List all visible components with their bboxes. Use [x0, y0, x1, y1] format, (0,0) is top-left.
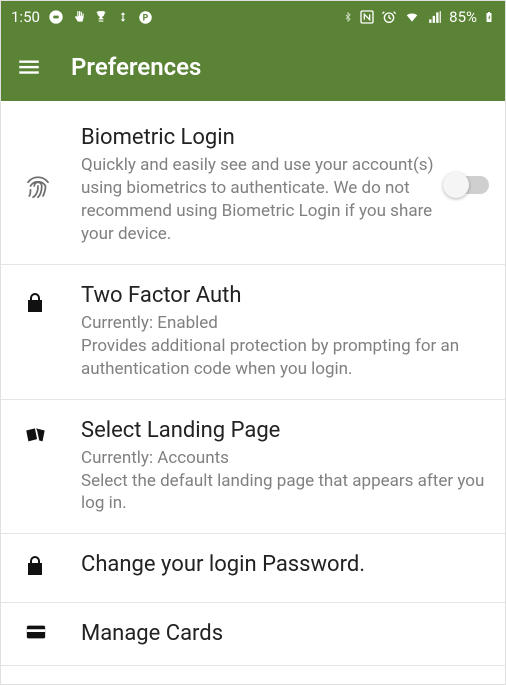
- pref-subtitle: Select the default landing page that app…: [81, 470, 489, 516]
- lock-icon: [23, 289, 47, 321]
- app-bar: Preferences: [1, 33, 505, 101]
- pref-landing-page[interactable]: Select Landing Page Currently: Accounts …: [1, 400, 505, 535]
- pref-title: Two Factor Auth: [81, 283, 489, 308]
- status-signal-icon: [427, 10, 443, 24]
- pref-title: Change your login Password.: [81, 552, 489, 577]
- pref-title: Select Landing Page: [81, 418, 489, 443]
- screen: 1:50 P: [0, 0, 506, 685]
- status-bar: 1:50 P: [1, 1, 505, 33]
- cards-icon: [23, 424, 49, 454]
- svg-text:P: P: [143, 13, 149, 23]
- pref-biometric-login[interactable]: Biometric Login Quickly and easily see a…: [1, 107, 505, 265]
- pref-title: Manage Cards: [81, 621, 489, 646]
- lock-icon: [23, 552, 47, 584]
- biometric-toggle[interactable]: [445, 176, 489, 194]
- pref-status: Currently: Enabled: [81, 312, 489, 335]
- pref-subtitle: Quickly and easily see and use your acco…: [81, 154, 435, 246]
- pref-subtitle: Provides additional protection by prompt…: [81, 335, 489, 381]
- status-trophy-icon: [94, 10, 108, 24]
- status-battery-icon: [483, 8, 495, 26]
- status-bluetooth-icon: [343, 9, 353, 25]
- fingerprint-icon: [23, 171, 53, 205]
- pref-change-password[interactable]: Change your login Password.: [1, 534, 505, 603]
- pref-manage-cards[interactable]: Manage Cards: [1, 603, 505, 666]
- pref-status: Currently: Accounts: [81, 447, 489, 470]
- hamburger-icon: [16, 54, 42, 80]
- status-sync-icon: [116, 10, 130, 24]
- pref-two-factor-auth[interactable]: Two Factor Auth Currently: Enabled Provi…: [1, 265, 505, 400]
- pref-title: Biometric Login: [81, 125, 435, 150]
- status-battery-text: 85%: [449, 8, 477, 26]
- status-notification-icon: [48, 9, 64, 25]
- status-hand-icon: [72, 10, 86, 24]
- status-alarm-icon: [381, 9, 397, 25]
- status-nfc-icon: [359, 9, 375, 25]
- status-time: 1:50: [11, 8, 40, 26]
- credit-card-icon: [23, 621, 49, 647]
- menu-button[interactable]: [15, 53, 43, 81]
- page-title: Preferences: [71, 53, 201, 81]
- preferences-list: Biometric Login Quickly and easily see a…: [1, 107, 505, 684]
- status-parking-icon: P: [138, 10, 153, 25]
- status-wifi-icon: [403, 10, 421, 24]
